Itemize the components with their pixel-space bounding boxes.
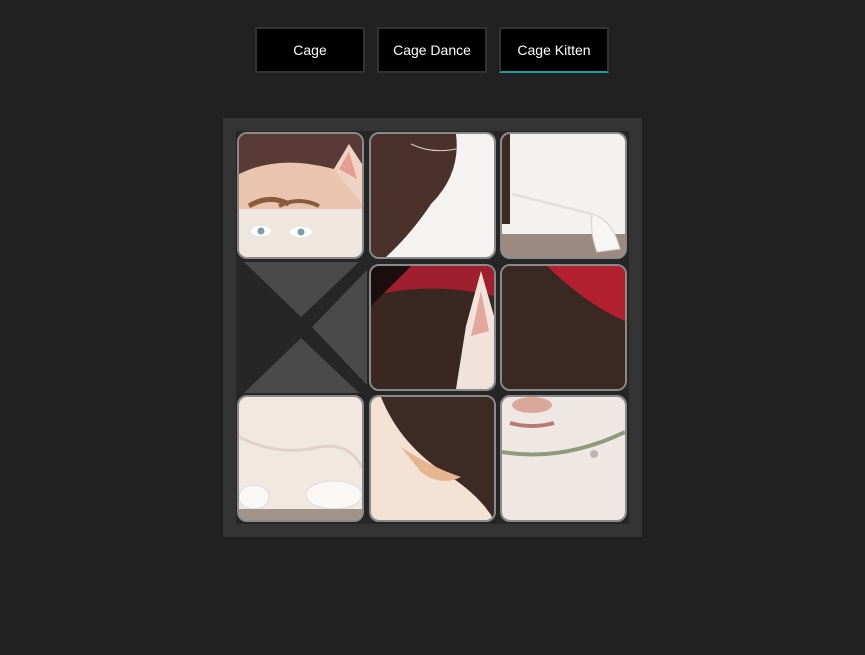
empty-slot [236, 262, 367, 393]
puzzle-board [223, 118, 642, 537]
puzzle-tile-ear-red[interactable] [369, 264, 496, 391]
tab-cage-kitten[interactable]: Cage Kitten [499, 27, 609, 73]
puzzle-tile-paws[interactable] [237, 395, 364, 522]
puzzle-tile-white-fur-top[interactable] [369, 132, 496, 259]
puzzle-tile-face-eyes[interactable] [237, 132, 364, 259]
puzzle-tile-red-background[interactable] [500, 264, 627, 391]
tab-cage[interactable]: Cage [255, 27, 365, 73]
image-selector-tabs: Cage Cage Dance Cage Kitten [255, 27, 609, 73]
puzzle-tile-white-fur-paw[interactable] [500, 132, 627, 259]
puzzle-grid [236, 131, 629, 524]
puzzle-tile-fur-side[interactable] [369, 395, 496, 522]
tab-cage-dance[interactable]: Cage Dance [377, 27, 487, 73]
puzzle-tile-mouth-collar[interactable] [500, 395, 627, 522]
